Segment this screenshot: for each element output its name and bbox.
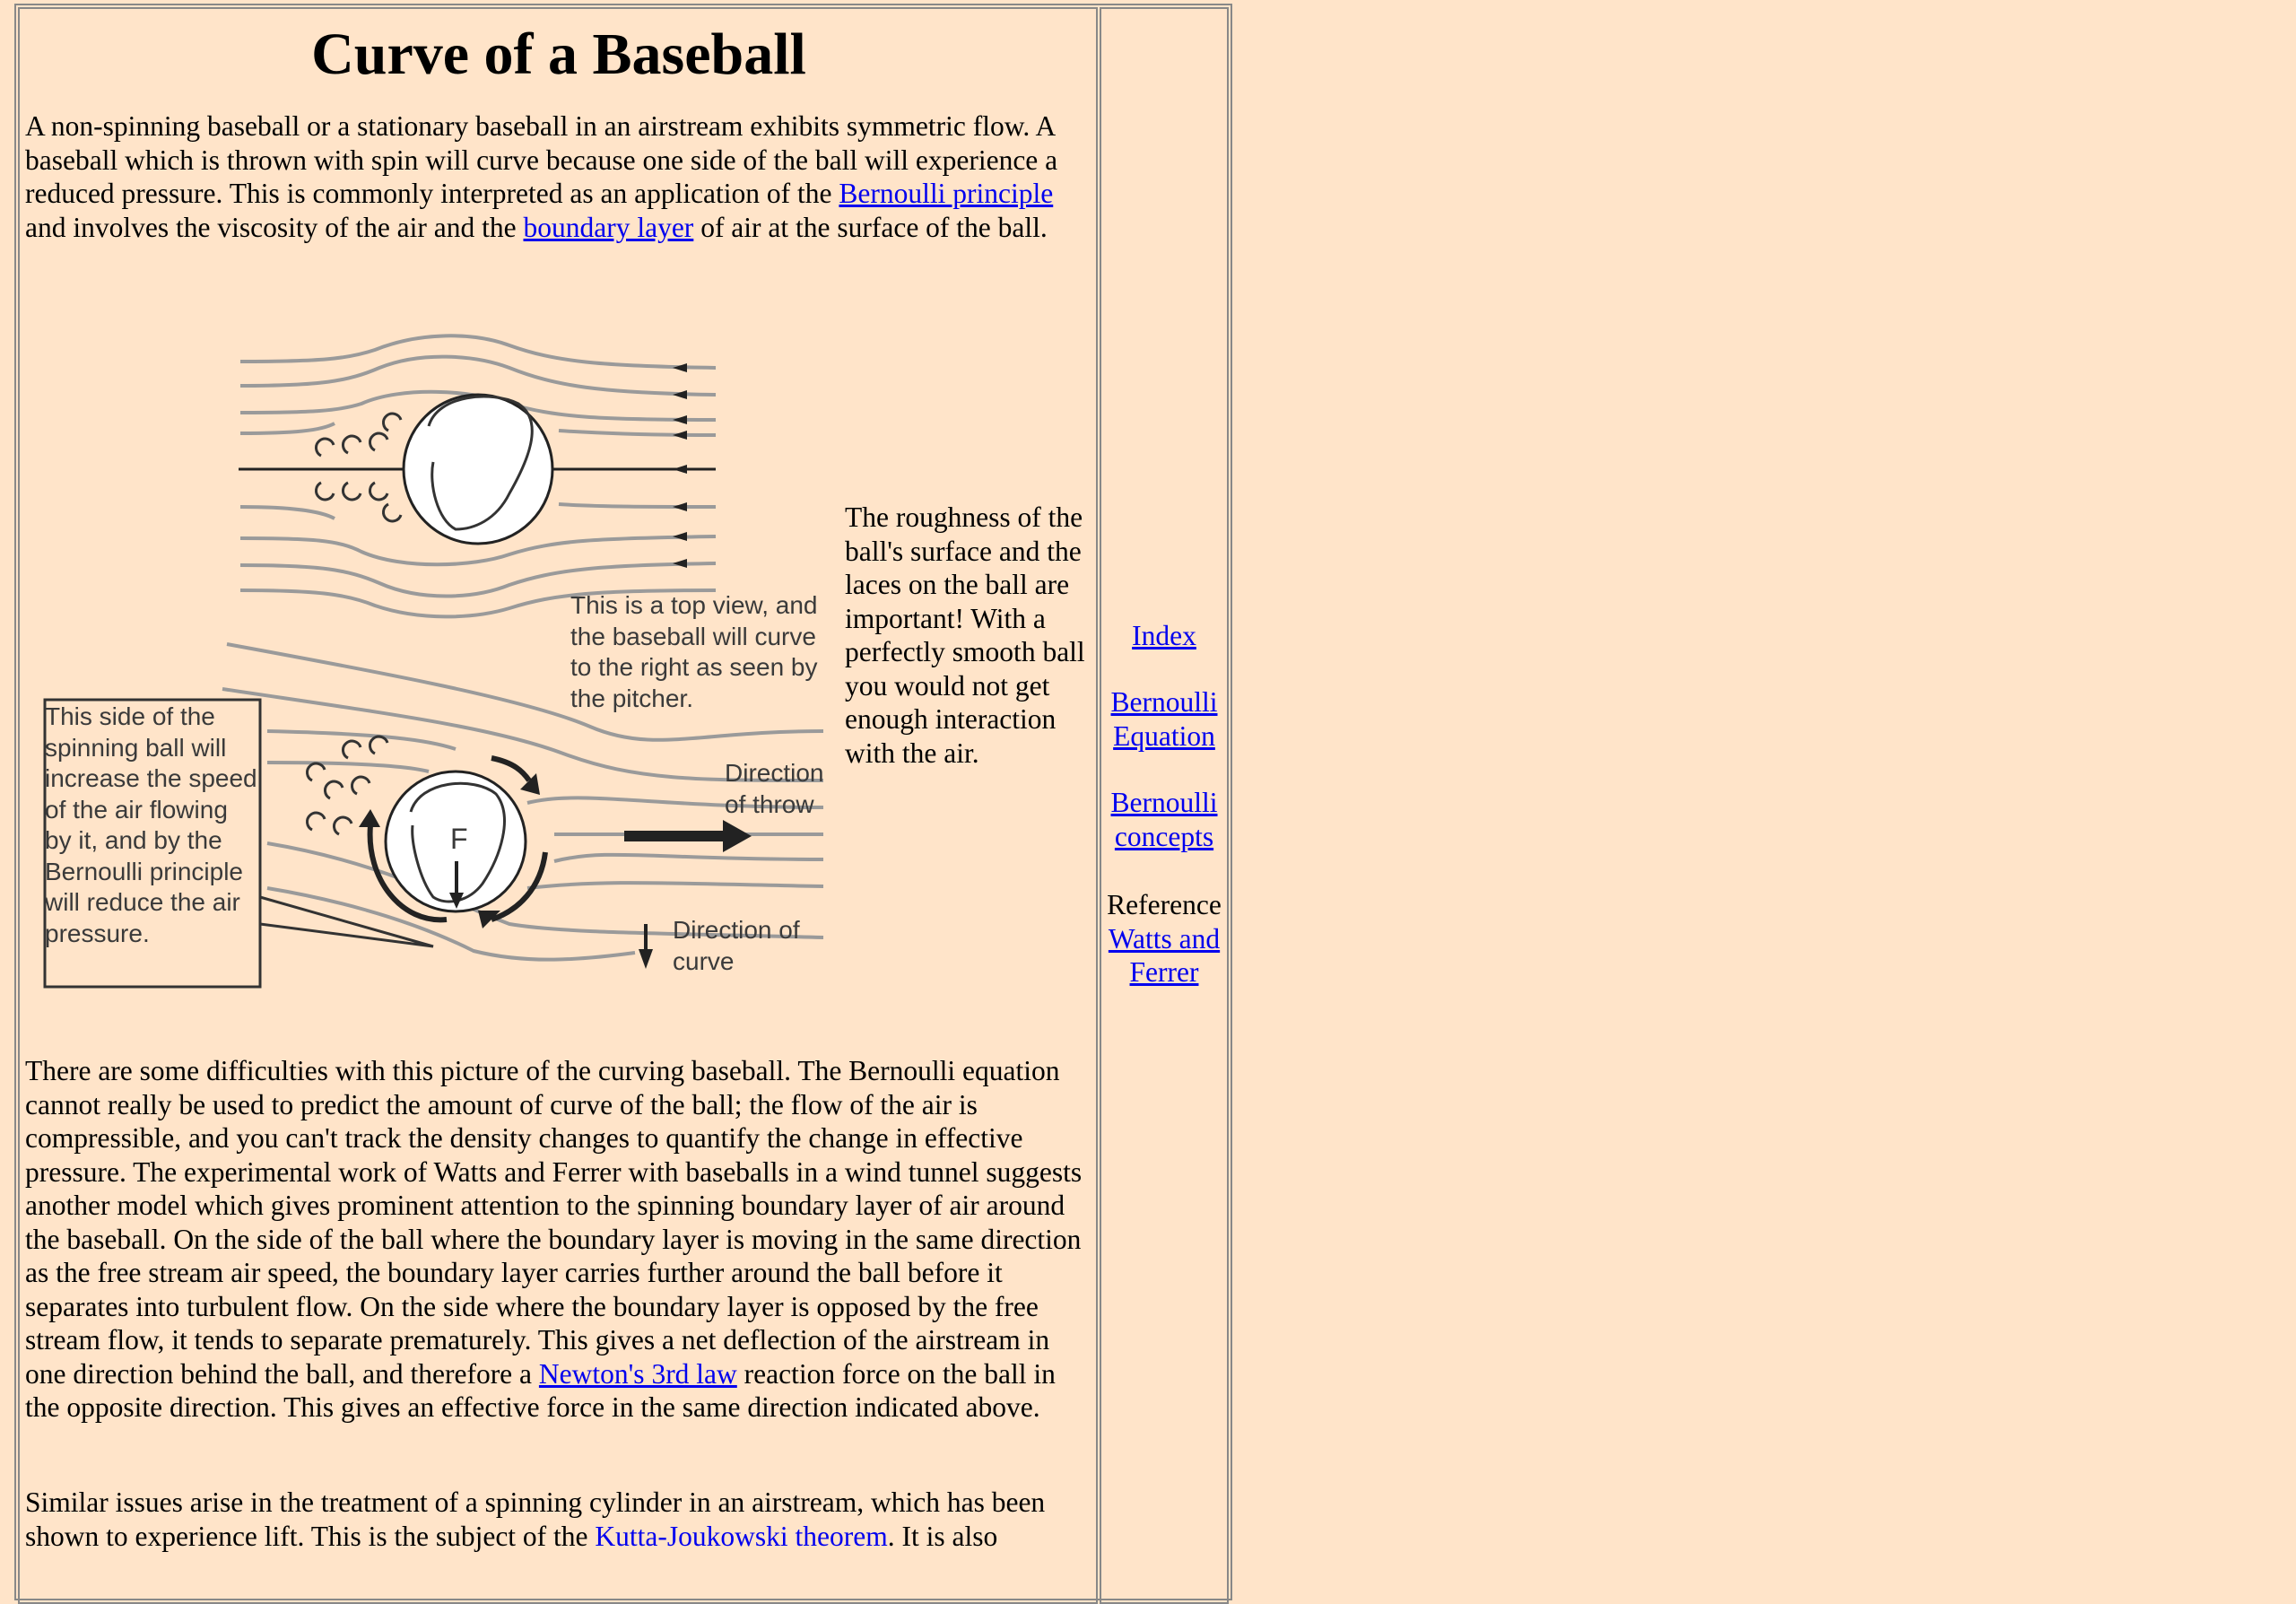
sidebar-item-index: Index (1101, 619, 1227, 653)
sidebar: Index Bernoulli Equation Bernoulli conce… (1100, 7, 1229, 1604)
side-box-note: This side of the spinning ball will incr… (45, 702, 257, 947)
page-title: Curve of a Baseball (311, 22, 806, 87)
bernoulli-principle-link[interactable]: Bernoulli principle (839, 178, 1053, 209)
boundary-layer-link[interactable]: boundary layer (524, 212, 694, 243)
top-view-note: This is a top view, and the baseball wil… (570, 591, 818, 712)
intro-text-3: of air at the surface of the ball. (693, 211, 1048, 243)
kutta-joukowski-link[interactable]: Kutta-Joukowski theorem (595, 1521, 887, 1552)
spin-arrow-top-icon (491, 755, 532, 782)
similar-text-2: . It is also (887, 1520, 998, 1552)
intro-text-2: and involves the viscosity of the air an… (25, 211, 524, 243)
sidebar-item-bernoulli-equation: Bernoulli Equation (1101, 685, 1227, 753)
bernoulli-concepts-link[interactable]: Bernoulli concepts (1111, 787, 1218, 852)
roughness-note: The roughness of the ball's surface and … (845, 501, 1085, 769)
similar-paragraph: Similar issues arise in the treatment of… (25, 1486, 1094, 1553)
sidebar-item-bernoulli-concepts: Bernoulli concepts (1101, 786, 1227, 853)
intro-paragraph: A non-spinning baseball or a stationary … (25, 109, 1094, 244)
direction-of-throw-label: Direction of throw (725, 759, 824, 818)
bernoulli-equation-link[interactable]: Bernoulli Equation (1111, 686, 1218, 752)
curveball-diagram: This is a top view, and the baseball wil… (25, 305, 832, 1005)
force-label: F (450, 823, 468, 855)
direction-of-curve-label: Direction of curve (673, 916, 800, 975)
top-wake-vortices (314, 412, 403, 523)
newtons-third-law-link[interactable]: Newton's 3rd law (539, 1358, 737, 1390)
reference-label: Reference (1107, 889, 1222, 920)
difficulties-text-1: There are some difficulties with this pi… (25, 1055, 1083, 1390)
sidebar-item-reference: Reference Watts and Ferrer (1101, 888, 1227, 989)
watts-ferrer-link[interactable]: Watts and Ferrer (1109, 923, 1220, 989)
index-link[interactable]: Index (1132, 620, 1196, 651)
difficulties-paragraph: There are some difficulties with this pi… (25, 1054, 1094, 1425)
